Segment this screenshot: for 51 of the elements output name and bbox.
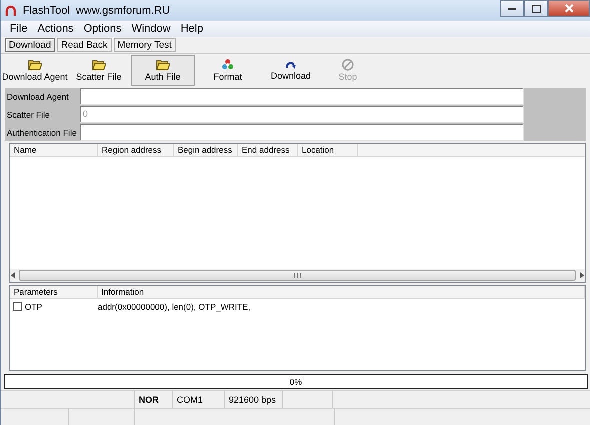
column-header[interactable]: Information — [98, 286, 585, 298]
tab[interactable]: Memory Test — [114, 38, 176, 52]
field-label: Download Agent — [6, 92, 70, 102]
right-arrow-icon[interactable] — [580, 272, 585, 279]
progress-text: 0% — [290, 376, 302, 386]
stop-icon — [342, 59, 354, 71]
menu-item[interactable]: File — [5, 21, 33, 37]
tab[interactable]: Download — [5, 38, 56, 52]
app-icon — [5, 4, 17, 16]
left-arrow-icon[interactable] — [10, 272, 15, 279]
curved-arrow-icon — [285, 60, 297, 70]
toolbar-button[interactable]: Format — [195, 55, 261, 86]
grip-icon — [294, 273, 302, 278]
column-header[interactable]: Name — [10, 144, 98, 156]
toolbar-button[interactable]: Download — [261, 55, 321, 86]
menu-item[interactable]: Actions — [32, 21, 79, 37]
minimize-button[interactable] — [500, 0, 524, 17]
window-subtitle: www.gsmforum.RU — [76, 4, 170, 16]
maximize-button[interactable] — [524, 0, 548, 17]
folder-icon — [92, 59, 106, 71]
window-title: FlashTool — [23, 4, 70, 16]
checkbox[interactable] — [13, 302, 22, 311]
field-label: Scatter File — [6, 110, 51, 120]
status-cell: 921600 bps — [225, 391, 283, 408]
folder-icon — [28, 59, 42, 71]
toolbar-button[interactable]: Auth File — [131, 55, 195, 86]
menu-item[interactable]: Help — [176, 21, 208, 37]
column-header[interactable]: Begin address — [174, 144, 238, 156]
column-header[interactable]: Parameters — [10, 286, 98, 298]
horizontal-scrollbar[interactable] — [10, 269, 585, 282]
column-header[interactable]: End address — [238, 144, 298, 156]
status-cell: COM1 — [173, 391, 225, 408]
field-label: Authentication File — [6, 128, 78, 138]
parameter-name: OTP — [25, 302, 44, 312]
format-icon — [222, 59, 234, 71]
menu-item[interactable]: Options — [78, 21, 127, 37]
close-button[interactable] — [548, 0, 590, 17]
tab[interactable]: Read Back — [57, 38, 112, 52]
input-field[interactable] — [80, 124, 524, 141]
toolbar-button[interactable]: Scatter File — [67, 55, 131, 86]
input-field[interactable] — [80, 88, 524, 105]
column-header[interactable]: Region address — [98, 144, 174, 156]
parameter-information: addr(0x00000000), len(0), OTP_WRITE, — [98, 302, 252, 312]
menu-item[interactable]: Window — [126, 21, 176, 37]
minimize-icon — [508, 8, 516, 10]
column-header[interactable]: Location — [298, 144, 358, 156]
maximize-icon — [532, 4, 540, 12]
toolbar-button[interactable]: Download Agent — [3, 55, 67, 86]
status-cell: NOR — [135, 391, 173, 408]
folder-icon — [156, 59, 170, 71]
close-icon — [564, 4, 574, 13]
